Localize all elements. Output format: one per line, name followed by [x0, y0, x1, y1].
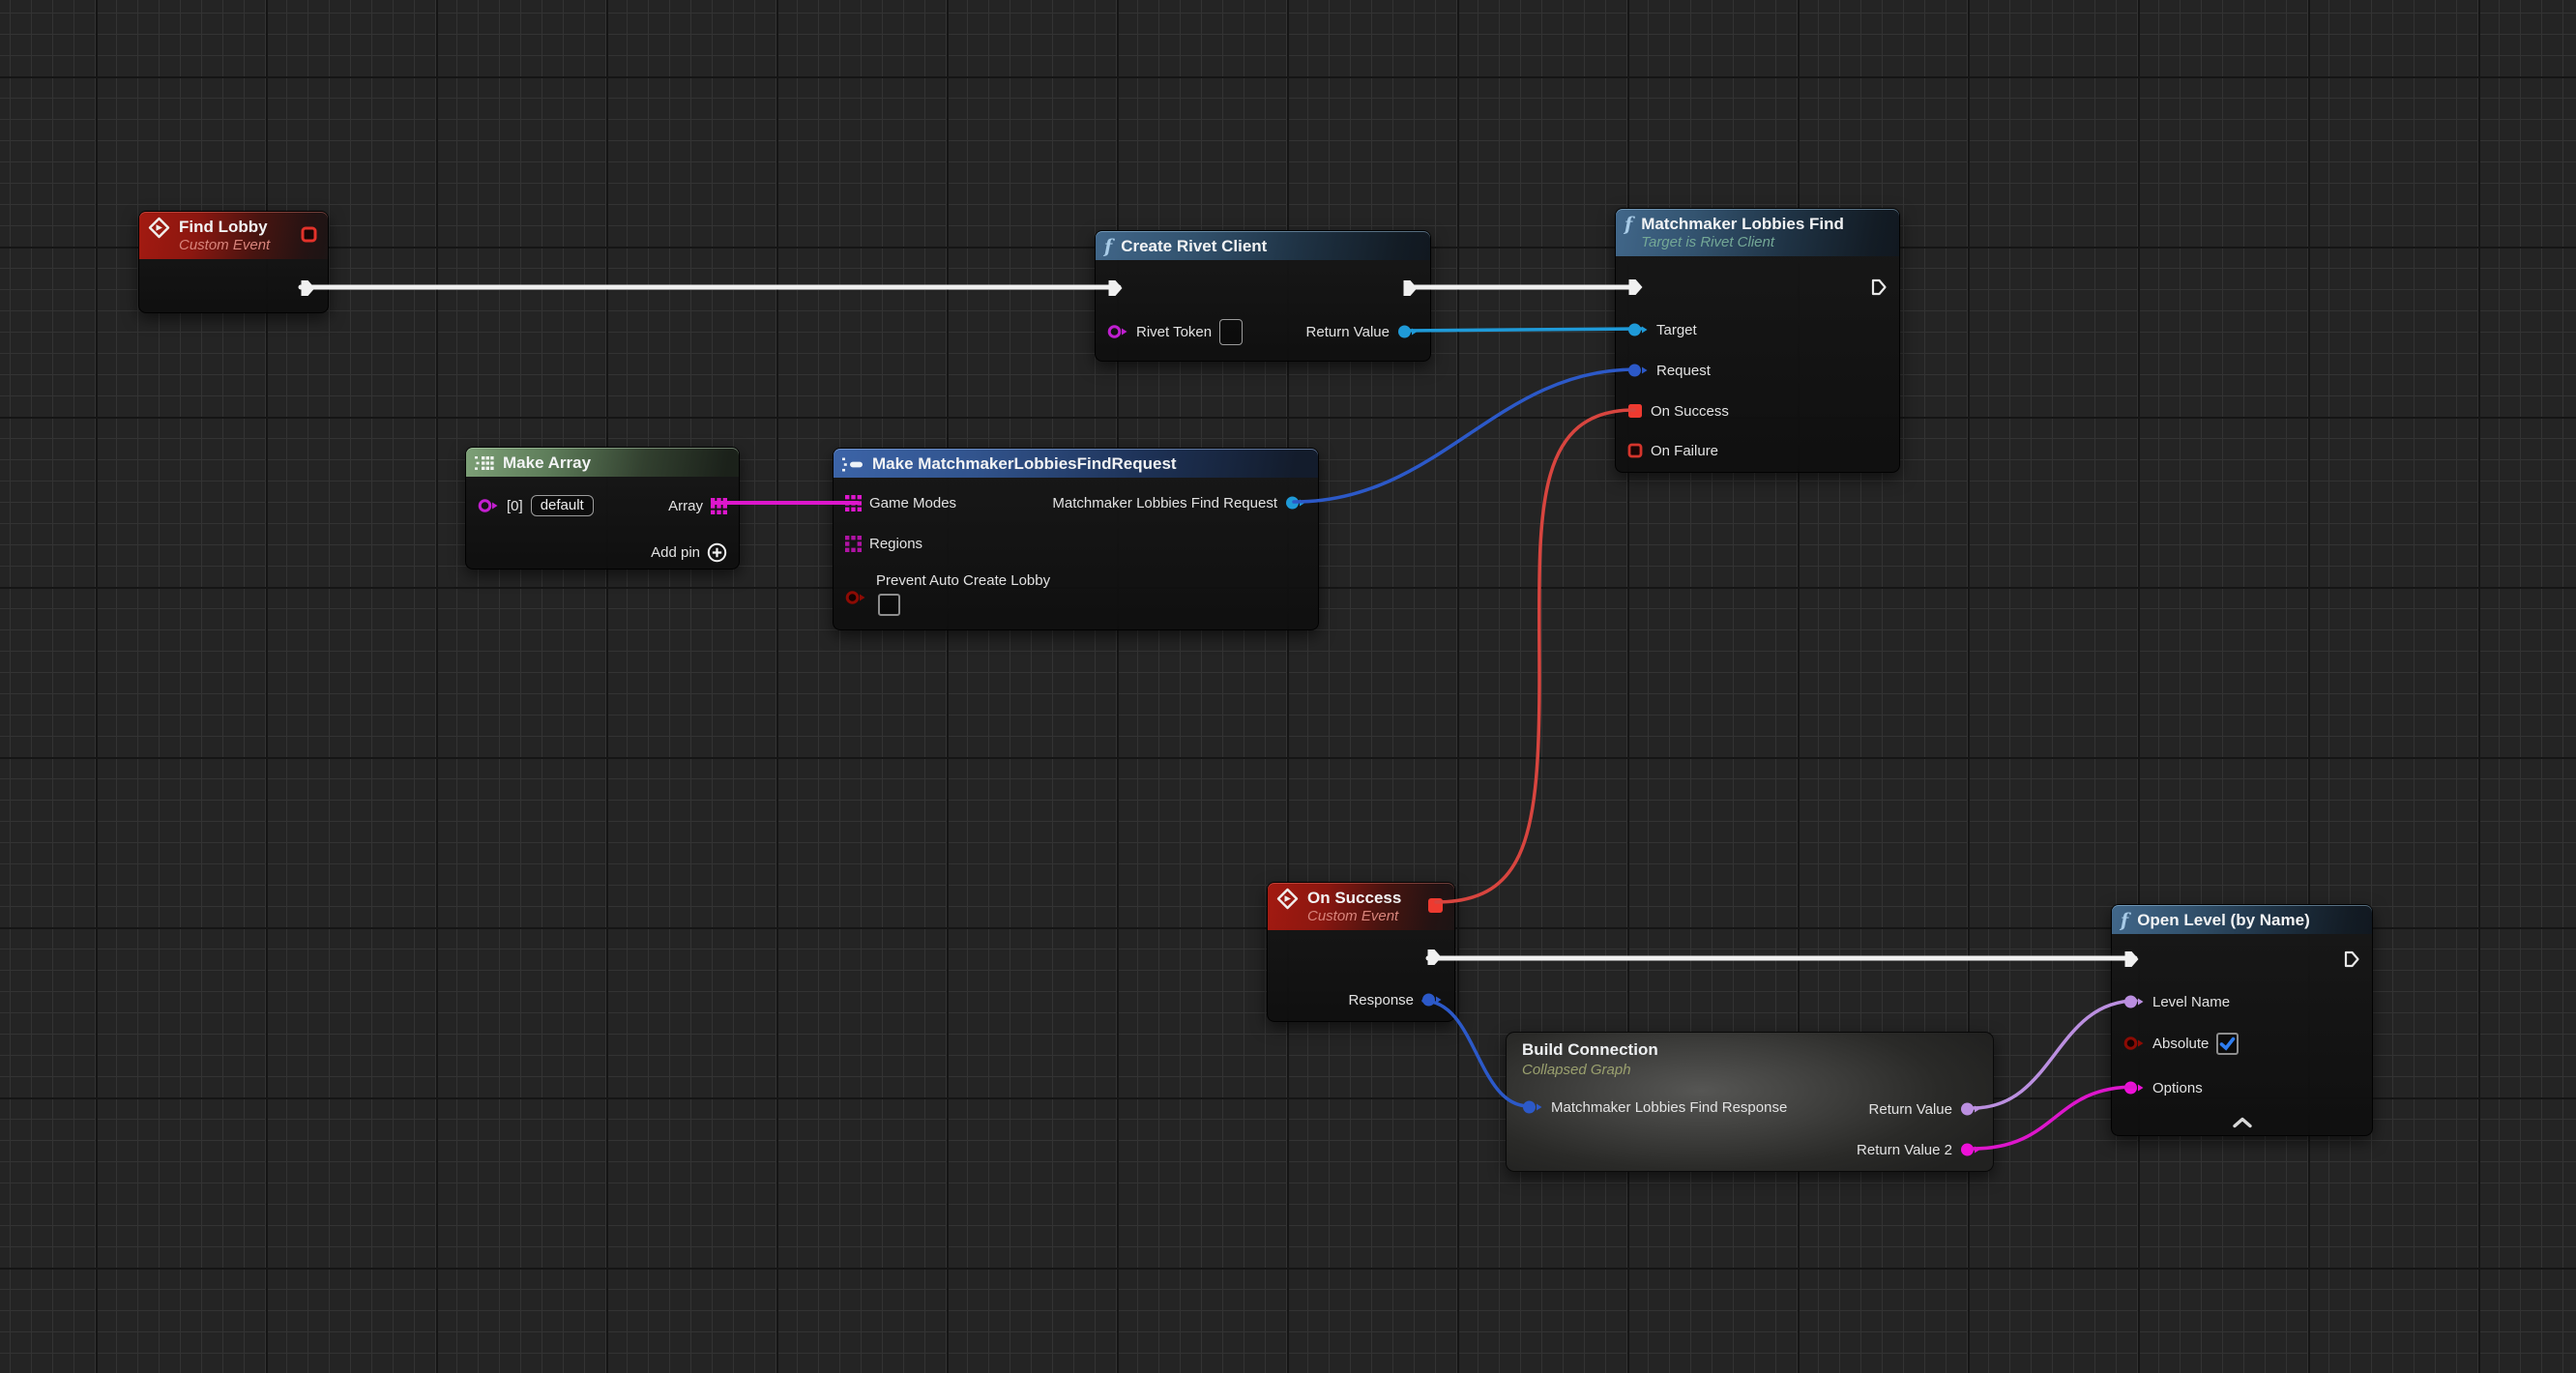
pin-label: Return Value — [1869, 1101, 1952, 1118]
pin-label: Target — [1656, 322, 1697, 338]
node-make-array[interactable]: Make Array [0] default Array Add pin — [465, 447, 740, 570]
delegate-pin-unconnected[interactable] — [301, 226, 317, 243]
pin-label: Return Value 2 — [1857, 1142, 1952, 1158]
exec-in-pin[interactable] — [1107, 278, 1124, 299]
function-icon: f — [1625, 216, 1632, 234]
exec-out-pin[interactable] — [300, 278, 316, 299]
node-header: Find Lobby Custom Event — [139, 212, 328, 259]
pin-level-name[interactable]: Level Name — [2123, 991, 2230, 1012]
node-header: Make MatchmakerLobbiesFindRequest — [834, 449, 1318, 478]
node-header: f Matchmaker Lobbies Find Target is Rive… — [1616, 209, 1899, 256]
pin-return-value-2[interactable]: Return Value 2 — [1857, 1139, 1981, 1160]
delegate-pin-connected[interactable] — [1427, 897, 1444, 914]
pin-target[interactable]: Target — [1627, 319, 1697, 340]
pin-label: Request — [1656, 363, 1711, 379]
pin-rivet-token[interactable]: Rivet Token — [1107, 321, 1243, 342]
node-title: Create Rivet Client — [1121, 236, 1267, 256]
pin-label: Rivet Token — [1136, 324, 1212, 340]
node-find-lobby[interactable]: Find Lobby Custom Event — [138, 211, 329, 313]
wire-onsuccess-delegate — [1436, 410, 1634, 902]
pin-label: Options — [2152, 1080, 2203, 1096]
node-matchmaker-lobbies-find[interactable]: f Matchmaker Lobbies Find Target is Rive… — [1615, 208, 1900, 473]
pin-label: On Failure — [1651, 443, 1718, 459]
pin-options[interactable]: Options — [2123, 1077, 2203, 1098]
node-build-connection[interactable]: Build Connection Collapsed Graph Matchma… — [1506, 1032, 1994, 1172]
absolute-checkbox-checked[interactable] — [2216, 1033, 2239, 1055]
wire-layer — [0, 0, 2576, 1373]
node-header: Make Array — [466, 448, 739, 477]
pin-label: Matchmaker Lobbies Find Request — [1052, 495, 1277, 511]
pin-request[interactable]: Request — [1627, 360, 1711, 381]
pin-find-request-out[interactable]: Matchmaker Lobbies Find Request — [1052, 492, 1306, 513]
pin-find-response-in[interactable]: Matchmaker Lobbies Find Response — [1522, 1096, 1787, 1118]
node-subtitle: Collapsed Graph — [1522, 1061, 1658, 1080]
custom-event-icon — [148, 217, 170, 239]
pin-label: Response — [1348, 992, 1414, 1008]
node-title: Find Lobby — [179, 217, 270, 237]
add-pin-button[interactable]: Add pin — [651, 541, 727, 563]
element-0-value-input[interactable]: default — [531, 495, 594, 516]
prevent-auto-create-lobby-checkbox[interactable] — [878, 594, 900, 616]
function-icon: f — [2121, 912, 2128, 930]
pin-label: Game Modes — [869, 495, 956, 511]
node-header: f Create Rivet Client — [1096, 231, 1430, 260]
function-icon: f — [1104, 238, 1112, 256]
pin-return-value[interactable]: Return Value — [1306, 321, 1419, 342]
pin-return-value[interactable]: Return Value — [1869, 1098, 1981, 1120]
node-title: Build Connection — [1522, 1039, 1658, 1061]
exec-out-pin-unconnected[interactable] — [2344, 949, 2360, 970]
exec-out-pin[interactable] — [1402, 278, 1419, 299]
node-subtitle: Target is Rivet Client — [1641, 234, 1844, 252]
pin-label: [0] — [507, 498, 523, 514]
pin-label: Array — [668, 498, 703, 514]
pin-response[interactable]: Response — [1348, 989, 1443, 1010]
pin-game-modes[interactable]: Game Modes — [845, 492, 956, 513]
pin-element-0[interactable]: [0] default — [478, 495, 594, 516]
node-on-success[interactable]: On Success Custom Event Response — [1267, 882, 1455, 1022]
node-subtitle: Custom Event — [179, 237, 270, 255]
make-array-icon — [475, 455, 494, 471]
node-open-level[interactable]: f Open Level (by Name) Level Name Absolu… — [2111, 904, 2373, 1136]
node-title: Make Array — [503, 453, 591, 473]
collapse-chevron-icon[interactable] — [2232, 1116, 2253, 1133]
wire-returnvalue-to-target — [1402, 329, 1641, 331]
pin-label: Level Name — [2152, 994, 2230, 1010]
node-header: f Open Level (by Name) — [2112, 905, 2372, 934]
pin-prevent-auto-create-lobby-unconnected[interactable] — [845, 587, 866, 608]
node-title: Open Level (by Name) — [2137, 910, 2310, 930]
exec-in-pin[interactable] — [1627, 277, 1644, 298]
pin-label: On Success — [1651, 403, 1729, 420]
exec-out-pin[interactable] — [1426, 947, 1443, 968]
pin-on-failure-unconnected[interactable]: On Failure — [1627, 440, 1718, 461]
node-create-rivet-client[interactable]: f Create Rivet Client Rivet Token Return… — [1095, 230, 1431, 362]
exec-out-pin-unconnected[interactable] — [1871, 277, 1888, 298]
make-struct-icon — [842, 457, 864, 472]
node-title: Matchmaker Lobbies Find — [1641, 214, 1844, 234]
pin-label: Absolute — [2152, 1036, 2209, 1052]
pin-regions-unconnected[interactable]: Regions — [845, 533, 922, 554]
pin-label: Regions — [869, 536, 922, 552]
pin-on-success[interactable]: On Success — [1627, 400, 1729, 422]
custom-event-icon — [1276, 888, 1299, 910]
node-title: On Success — [1307, 888, 1401, 908]
pin-label-prevent-auto-create-lobby: Prevent Auto Create Lobby — [876, 572, 1050, 589]
rivet-token-input[interactable] — [1219, 319, 1243, 345]
blueprint-graph-canvas[interactable]: Find Lobby Custom Event f Create Rivet C… — [0, 0, 2576, 1373]
add-pin-label: Add pin — [651, 544, 700, 561]
pin-absolute[interactable]: Absolute — [2123, 1033, 2239, 1054]
pin-label: Matchmaker Lobbies Find Response — [1551, 1099, 1787, 1116]
pin-array-out[interactable]: Array — [668, 495, 727, 516]
exec-in-pin[interactable] — [2123, 949, 2140, 970]
wire-findrequest-to-request — [1294, 369, 1636, 502]
node-make-matchmaker-lobbies-find-request[interactable]: Make MatchmakerLobbiesFindRequest Game M… — [833, 448, 1319, 630]
node-subtitle: Custom Event — [1307, 908, 1401, 926]
pin-label: Return Value — [1306, 324, 1390, 340]
node-title: Make MatchmakerLobbiesFindRequest — [872, 453, 1177, 474]
